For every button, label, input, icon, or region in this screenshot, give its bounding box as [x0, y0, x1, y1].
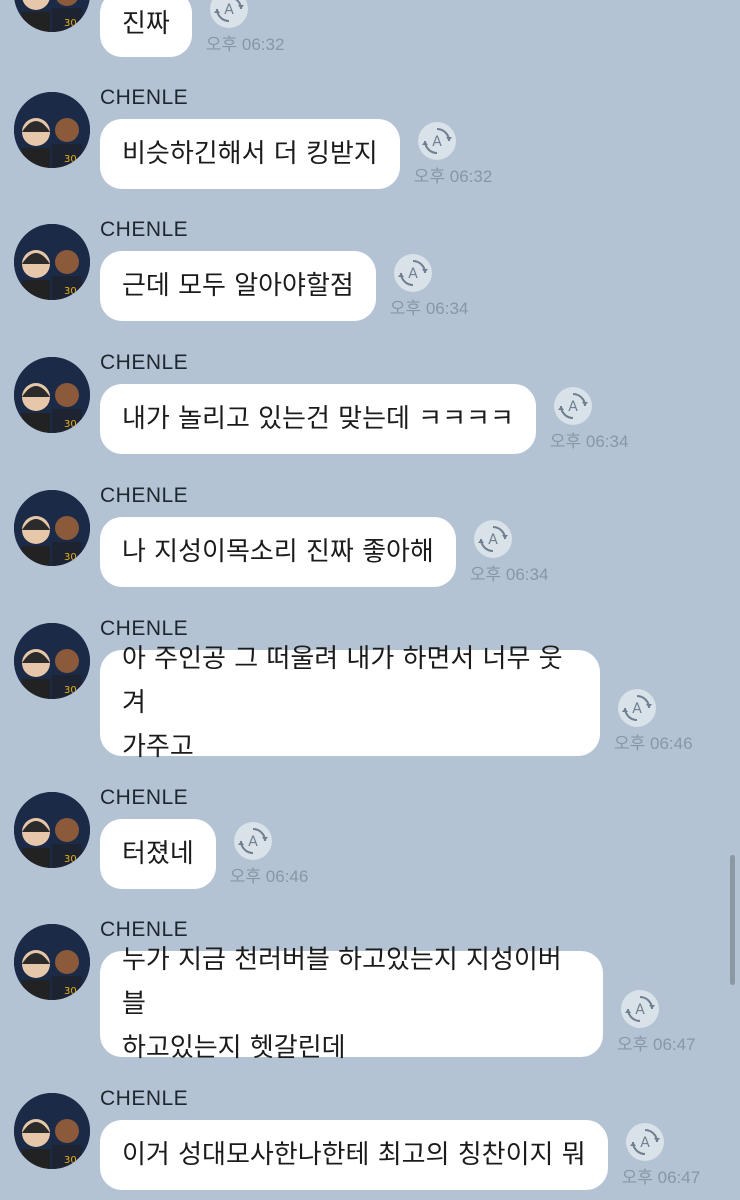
message-time: 오후 06:34: [549, 432, 629, 451]
sender-avatar[interactable]: 30: [14, 92, 90, 168]
translate-icon[interactable]: A: [473, 520, 512, 558]
sender-name: CHENLE: [100, 218, 189, 241]
translate-icon[interactable]: A: [233, 822, 272, 860]
sender-avatar[interactable]: 30: [14, 357, 90, 433]
message-bubble[interactable]: 나 지성이목소리 진짜 좋아해: [100, 517, 456, 587]
translate-icon[interactable]: A: [417, 122, 456, 160]
svg-text:30: 30: [64, 154, 77, 165]
message-time: 오후 06:34: [469, 565, 549, 584]
message-bubble[interactable]: 아 주인공 그 떠울려 내가 하면서 너무 웃겨 가주고: [100, 644, 600, 762]
message-time: 오후 06:47: [617, 1035, 696, 1054]
svg-text:A: A: [568, 399, 578, 415]
message-text: 근데 모두 알아야할점: [122, 271, 354, 301]
message-bubble[interactable]: 근데 모두 알아야할점: [100, 251, 376, 321]
svg-text:A: A: [632, 701, 642, 717]
message-bubble[interactable]: 내가 놀리고 있는건 맞는데 ㅋㅋㅋㅋ: [100, 384, 536, 454]
svg-text:30: 30: [64, 419, 77, 430]
message-time: 오후 06:46: [229, 867, 309, 886]
svg-text:A: A: [640, 1135, 650, 1151]
message-time: 오후 06:32: [205, 35, 285, 54]
svg-text:A: A: [248, 834, 258, 850]
message-text: 터졌네: [122, 839, 194, 869]
message-text: 나 지성이목소리 진짜 좋아해: [122, 537, 434, 567]
scrollbar[interactable]: [730, 855, 735, 985]
message-text: 진짜: [122, 9, 170, 39]
sender-avatar[interactable]: 30: [14, 0, 90, 32]
message-text: 내가 놀리고 있는건 맞는데 ㅋㅋㅋㅋ: [122, 404, 514, 434]
svg-text:30: 30: [64, 986, 77, 997]
message-bubble[interactable]: 터졌네: [100, 819, 216, 889]
svg-text:A: A: [408, 266, 418, 282]
svg-text:30: 30: [64, 854, 77, 865]
svg-text:30: 30: [64, 552, 77, 563]
svg-text:30: 30: [64, 18, 77, 29]
message-text: 누가 지금 천러버블 하고있는지 지성이버블 하고있는지 헷갈린데: [122, 945, 562, 1063]
message-time: 오후 06:32: [413, 167, 493, 186]
sender-avatar[interactable]: 30: [14, 1093, 90, 1169]
sender-avatar[interactable]: 30: [14, 924, 90, 1000]
message-bubble[interactable]: 비슷하긴해서 더 킹받지: [100, 119, 400, 189]
svg-text:A: A: [432, 134, 442, 150]
chat-message-list[interactable]: 30 진짜 A 오후 06:32 30 CHENLE 비슷하긴해서 더 킹받지: [0, 0, 740, 1200]
message-bubble[interactable]: 이거 성대모사한나한테 최고의 칭찬이지 뭐: [100, 1120, 608, 1190]
svg-text:A: A: [488, 532, 498, 548]
svg-text:A: A: [224, 2, 234, 18]
translate-icon[interactable]: A: [618, 689, 656, 727]
sender-name: CHENLE: [100, 86, 189, 109]
svg-text:30: 30: [64, 286, 77, 297]
sender-name: CHENLE: [100, 351, 189, 374]
message-time: 오후 06:34: [389, 299, 469, 318]
sender-name: CHENLE: [100, 484, 189, 507]
message-text: 비슷하긴해서 더 킹받지: [122, 139, 378, 169]
svg-text:A: A: [635, 1002, 645, 1018]
message-text: 아 주인공 그 떠울려 내가 하면서 너무 웃겨 가주고: [122, 644, 563, 762]
sender-name: CHENLE: [100, 786, 189, 809]
translate-icon[interactable]: A: [621, 990, 659, 1028]
message-bubble[interactable]: 진짜: [100, 0, 192, 57]
sender-avatar[interactable]: 30: [14, 623, 90, 699]
sender-name: CHENLE: [100, 1087, 189, 1110]
svg-text:30: 30: [64, 685, 77, 696]
translate-icon[interactable]: A: [553, 387, 592, 425]
message-time: 오후 06:47: [621, 1168, 701, 1187]
sender-avatar[interactable]: 30: [14, 792, 90, 868]
sender-avatar[interactable]: 30: [14, 224, 90, 300]
translate-icon[interactable]: A: [625, 1123, 664, 1161]
message-time: 오후 06:46: [614, 734, 693, 753]
svg-text:30: 30: [64, 1155, 77, 1166]
translate-icon[interactable]: A: [393, 254, 432, 292]
sender-avatar[interactable]: 30: [14, 490, 90, 566]
message-bubble[interactable]: 누가 지금 천러버블 하고있는지 지성이버블 하고있는지 헷갈린데: [100, 945, 603, 1063]
message-text: 이거 성대모사한나한테 최고의 칭찬이지 뭐: [122, 1140, 586, 1170]
translate-icon[interactable]: A: [209, 0, 248, 28]
